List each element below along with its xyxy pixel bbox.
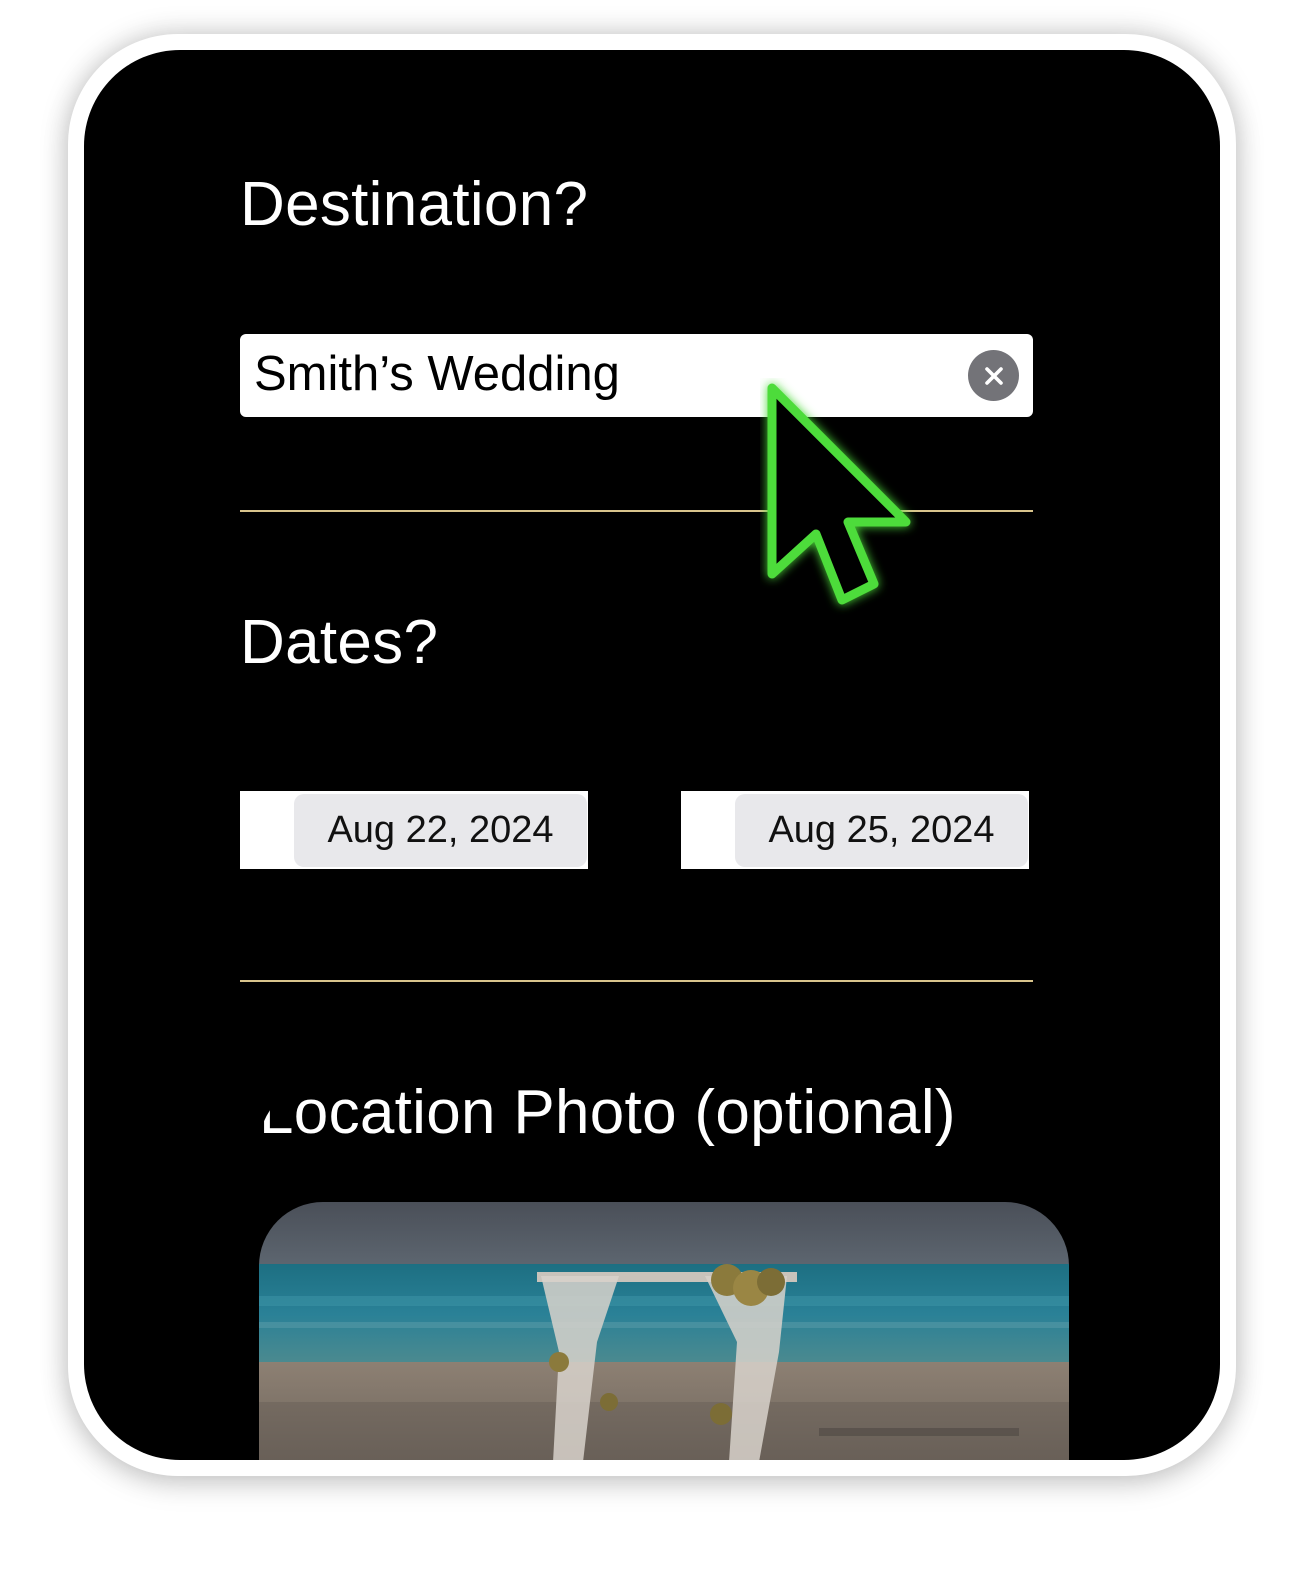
destination-input-value: Smith’s Wedding	[254, 347, 620, 401]
screen: Destination? Smith’s Wedding Dates? Aug …	[84, 50, 1220, 1460]
beach-wedding-photo	[259, 1202, 1069, 1460]
mouse-pointer-icon	[767, 383, 911, 605]
start-date-value[interactable]: Aug 22, 2024	[294, 794, 587, 867]
clear-button[interactable]	[968, 350, 1019, 401]
end-date-picker[interactable]: Aug 25, 2024	[681, 791, 1029, 869]
end-date-value[interactable]: Aug 25, 2024	[735, 794, 1028, 867]
destination-heading: Destination?	[240, 170, 589, 239]
page: Destination? Smith’s Wedding Dates? Aug …	[0, 0, 1296, 1584]
start-date-picker[interactable]: Aug 22, 2024	[240, 791, 588, 869]
location-photo[interactable]	[259, 1202, 1069, 1460]
clear-icon	[984, 366, 1003, 385]
section-divider	[240, 980, 1033, 982]
dates-heading: Dates?	[240, 608, 439, 677]
